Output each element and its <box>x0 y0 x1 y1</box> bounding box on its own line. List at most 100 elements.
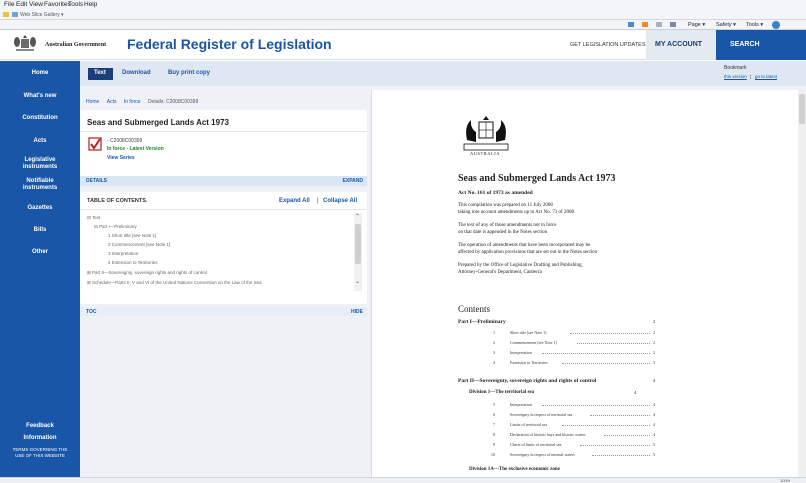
sidebar-item-home[interactable]: Home <box>0 70 80 77</box>
mail-icon[interactable] <box>656 22 662 27</box>
divider <box>80 209 367 210</box>
view-series-link[interactable]: View Series <box>107 155 135 161</box>
tools-menu[interactable]: Tools ▾ <box>746 22 763 28</box>
contents-row-num: 8 <box>493 432 495 437</box>
toc-item-s3[interactable]: 3 Interpretation <box>108 251 138 256</box>
sidebar-item-information[interactable]: Information <box>0 435 80 442</box>
contents-row-text[interactable]: Interpretation <box>510 350 532 355</box>
leader-dots <box>542 403 650 406</box>
zoom-level[interactable]: 100% <box>780 478 790 483</box>
main-content: Text Download Buy print copy Bookmark th… <box>80 61 806 477</box>
sidebar-item-legislative-instruments[interactable]: Legislative instruments <box>0 157 80 171</box>
contents-row-text[interactable]: Commencement [see Note 1] <box>510 340 557 345</box>
favorites-star-icon[interactable] <box>3 12 9 17</box>
contents-row-text[interactable]: Sovereignty in respect of internal water… <box>510 452 575 457</box>
contents-row-text[interactable]: Sovereignty in respect of territorial se… <box>510 412 572 417</box>
sidebar: Home What's new Constitution Acts Legisl… <box>0 61 80 477</box>
menu-favorites[interactable]: Favorites <box>44 1 71 8</box>
act-title: Seas and Submerged Lands Act 1973 <box>87 118 229 127</box>
favorites-bar: Web Slice Gallery ▾ <box>0 10 806 20</box>
divider <box>80 131 367 132</box>
breadcrumb-in-force[interactable]: In force <box>124 99 141 105</box>
tab-buy-print-copy[interactable]: Buy print copy <box>168 70 210 76</box>
doc-para1-line1: This compilation was prepared on 11 July… <box>458 203 553 208</box>
toc-item-schedule[interactable]: ⊞ Schedule—Parts II, V and VI of the Uni… <box>87 280 262 286</box>
sidebar-item-whats-new[interactable]: What's new <box>0 93 80 100</box>
details-label: DETAILS <box>86 178 108 184</box>
leader-dots <box>577 341 650 344</box>
menu-edit[interactable]: Edit <box>16 1 27 8</box>
browser-menubar: File Edit View Favorites Tools Help <box>0 0 806 10</box>
bookmark-go-to-latest-link[interactable]: go to latest <box>755 74 777 79</box>
sidebar-item-terms[interactable]: TERMS GOVERNING THE USE OF THIS WEBSITE <box>0 447 80 458</box>
doc-para2-line2: on that date is appended in the Notes se… <box>458 230 548 235</box>
bookmark-label: Bookmark <box>724 65 747 71</box>
contents-row-text[interactable]: Extension to Territories <box>510 360 548 365</box>
document-scroll-thumb[interactable] <box>799 94 805 124</box>
menu-tools[interactable]: Tools <box>68 1 83 8</box>
contents-row-page: 4 <box>653 432 655 437</box>
sidebar-item-acts[interactable]: Acts <box>0 138 80 145</box>
leader-dots <box>570 331 650 334</box>
contents-row-page: 2 <box>653 350 655 355</box>
toc-item-part2[interactable]: ⊞ Part II—Sovereignty, sovereign rights … <box>87 270 207 276</box>
contents-row-page: 2 <box>653 330 655 335</box>
in-force-tick-icon <box>88 137 102 151</box>
coat-of-arms-icon <box>14 35 36 51</box>
toc-item-s2[interactable]: 2 Commencement [see Note 1] <box>108 242 170 247</box>
sidebar-item-notifiable-instruments[interactable]: Notifiable instruments <box>0 178 80 192</box>
toc-hide-link[interactable]: HIDE <box>351 309 363 315</box>
toc-scrollbar[interactable]: ⌃ ⌄ <box>354 213 362 291</box>
safety-menu[interactable]: Safety ▾ <box>716 22 736 28</box>
scroll-down-icon[interactable]: ⌄ <box>355 279 360 285</box>
doc-subtitle: Act No. 161 of 1973 as amended <box>458 190 533 196</box>
toc-scroll-thumb[interactable] <box>355 224 361 264</box>
contents-row-text[interactable]: Short title [see Note 1] <box>510 330 546 335</box>
tab-download[interactable]: Download <box>122 70 151 76</box>
tab-text[interactable]: Text <box>88 68 113 80</box>
site-header: Australian Government Federal Register o… <box>0 30 806 60</box>
document-scrollbar[interactable] <box>798 90 806 477</box>
toc-collapse-all[interactable]: Collapse All <box>323 198 357 204</box>
contents-row-num: 5 <box>493 402 495 407</box>
toc-item-s4[interactable]: 4 Extension to Territories <box>108 260 157 265</box>
help-icon[interactable] <box>772 21 780 29</box>
contents-row-text[interactable]: Limits of territorial sea <box>510 422 547 427</box>
bookmark-this-version-link[interactable]: this version <box>724 74 747 79</box>
sidebar-item-bills[interactable]: Bills <box>0 227 80 234</box>
search-button[interactable]: SEARCH <box>716 30 806 60</box>
sidebar-item-constitution[interactable]: Constitution <box>0 115 80 122</box>
toc-expand-all[interactable]: Expand All <box>279 198 310 204</box>
scroll-up-icon[interactable]: ⌃ <box>355 214 360 220</box>
breadcrumb-acts[interactable]: Acts <box>107 99 117 105</box>
site-title[interactable]: Federal Register of Legislation <box>127 36 332 52</box>
print-icon[interactable] <box>670 22 676 27</box>
contents-row-text[interactable]: Declaration of historic bays and histori… <box>510 432 586 437</box>
menu-file[interactable]: File <box>4 1 14 8</box>
menu-help[interactable]: Help <box>84 1 97 8</box>
australian-government-label: Australian Government <box>45 42 107 48</box>
contents-row-text[interactable]: Charts of limits of territorial sea <box>510 442 561 447</box>
contents-row-num: 2 <box>493 340 495 345</box>
toc-item-s1[interactable]: 1 Short title [see Note 1] <box>108 233 156 238</box>
home-icon[interactable] <box>628 22 634 27</box>
sidebar-item-feedback[interactable]: Feedback <box>0 423 80 430</box>
web-slice-gallery-link[interactable]: Web Slice Gallery ▾ <box>20 12 64 18</box>
my-account-label: MY ACCOUNT <box>655 41 703 48</box>
toc-item-part1[interactable]: ⊟ Part I—Preliminary <box>94 224 137 230</box>
my-account-button[interactable]: MY ACCOUNT <box>646 30 716 60</box>
toc-footer-bar: TOC HIDE <box>80 307 367 316</box>
get-updates-link[interactable]: GET LEGISLATION UPDATES <box>570 42 646 48</box>
sidebar-item-other[interactable]: Other <box>0 249 80 256</box>
feeds-icon[interactable] <box>642 22 648 27</box>
toc-card: TABLE OF CONTENTS. Expand All | Collapse… <box>80 192 367 304</box>
contents-row-text[interactable]: Interpretation <box>510 402 532 407</box>
contents-row-page: 3 <box>653 360 655 365</box>
toc-item-text[interactable]: ⊟ Text <box>87 215 100 221</box>
details-expand-link[interactable]: EXPAND <box>343 178 363 184</box>
breadcrumb-home[interactable]: Home <box>86 99 99 105</box>
details-bar[interactable]: DETAILS EXPAND <box>80 176 367 186</box>
page-menu[interactable]: Page ▾ <box>688 22 705 28</box>
menu-view[interactable]: View <box>29 1 43 8</box>
sidebar-item-gazettes[interactable]: Gazettes <box>0 205 80 212</box>
